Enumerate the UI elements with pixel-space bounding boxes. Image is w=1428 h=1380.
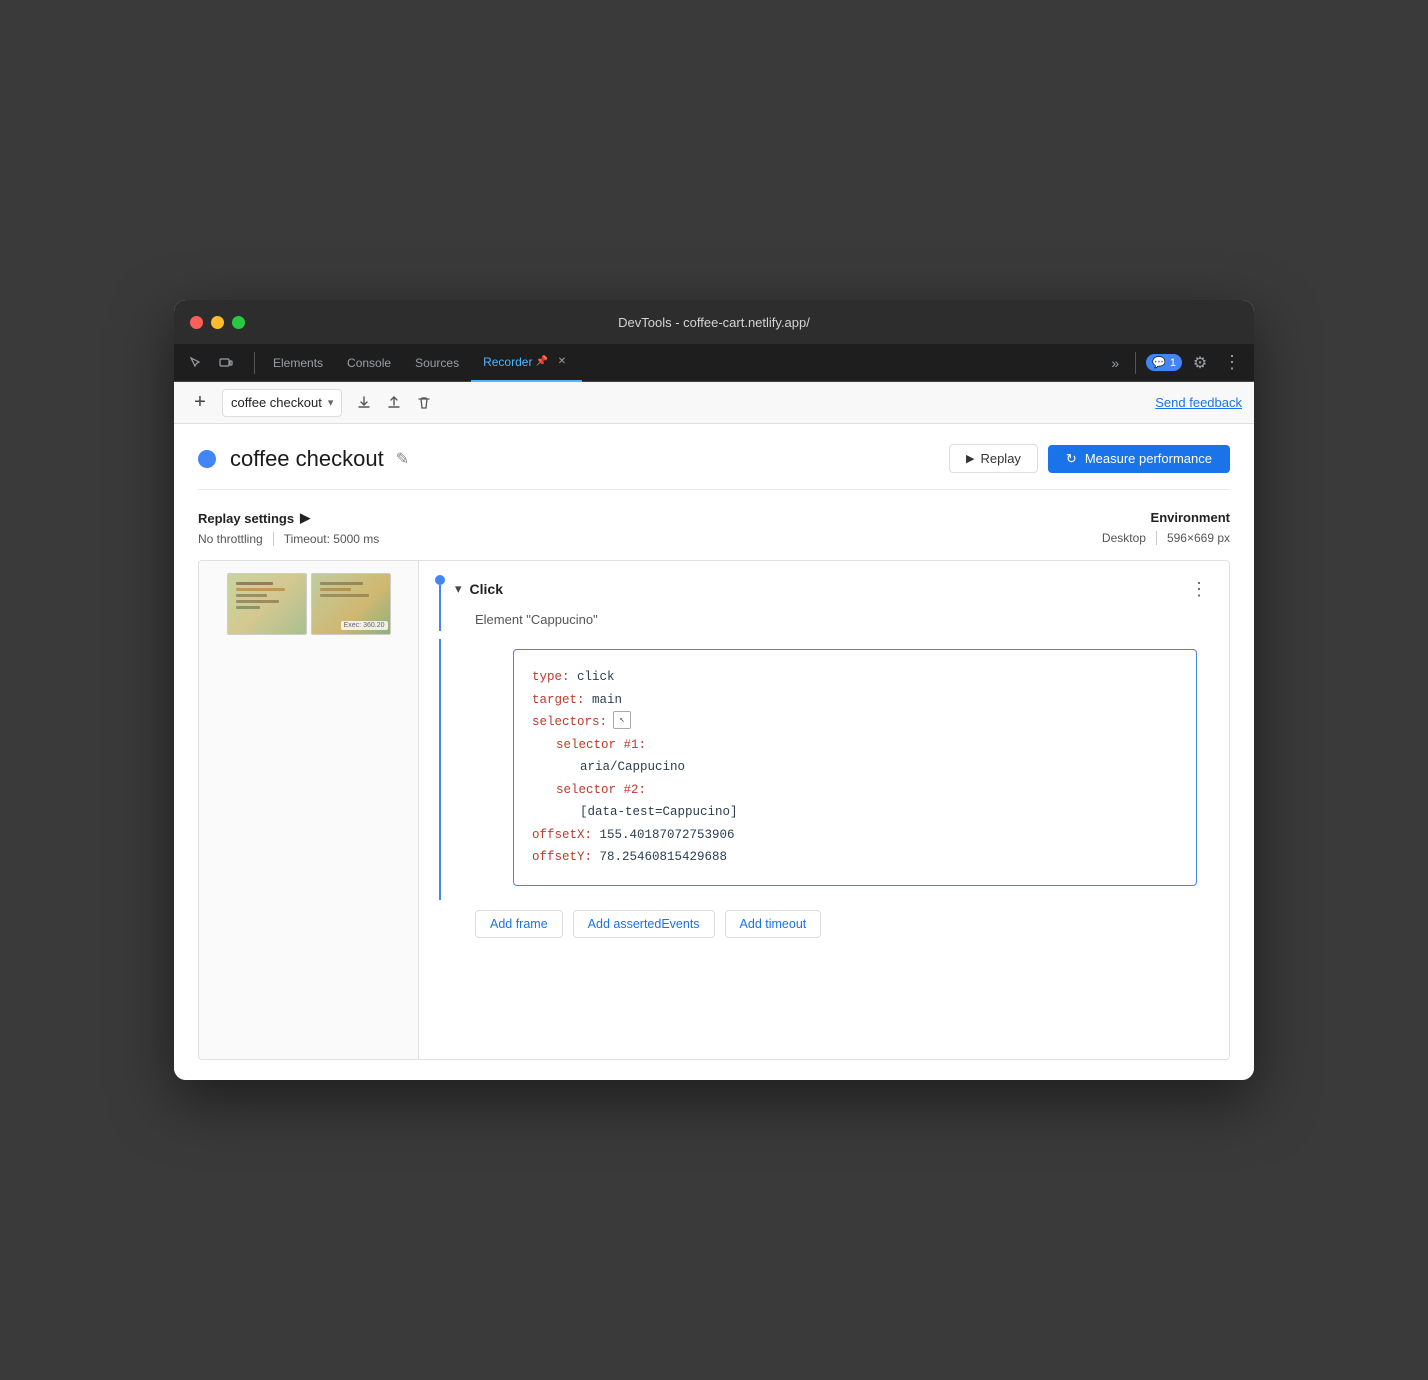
recording-selector[interactable]: coffee checkout ▾ <box>222 389 342 417</box>
play-icon: ▶ <box>966 452 974 465</box>
recording-header: coffee checkout ✎ ▶ Replay ↻ Measure per… <box>198 444 1230 490</box>
performance-icon: ↻ <box>1066 451 1077 467</box>
export-recording-button[interactable] <box>350 389 378 417</box>
screenshot-item: Exec: 360.20 <box>211 573 406 635</box>
screenshot-lines-2 <box>320 582 382 600</box>
tab-separator <box>254 352 255 374</box>
tabbar-right: » 💬 1 ⚙ ⋮ <box>1105 349 1246 377</box>
step-indicator <box>435 575 445 585</box>
step-menu-button[interactable]: ⋮ <box>1185 575 1213 603</box>
tab-separator-right <box>1135 352 1136 374</box>
step-vertical-line <box>439 585 441 611</box>
screenshot-thumb-2: Exec: 360.20 <box>311 573 391 635</box>
step-line-mid <box>439 611 441 631</box>
action-line-area <box>435 900 445 938</box>
chevron-down-icon: ▾ <box>328 396 334 409</box>
recording-status-dot <box>198 450 216 468</box>
action-buttons-row: Add frame Add assertedEvents Add timeout <box>419 900 1229 954</box>
action-buttons-wrapper: Add frame Add assertedEvents Add timeout <box>455 900 1213 938</box>
step-type-label: Click <box>470 581 503 597</box>
step-subtitle-content: Element "Cappucino" <box>455 611 1213 631</box>
devtools-icon-group <box>182 349 240 377</box>
add-asserted-events-button[interactable]: Add assertedEvents <box>573 910 715 938</box>
step-panel: ▾ Click ⋮ Element "Cappucino" <box>419 561 1229 1059</box>
settings-icon[interactable]: ⚙ <box>1186 349 1214 377</box>
code-line-selector2-key: selector #2: <box>556 779 1178 802</box>
screenshot-thumbnails: Exec: 360.20 <box>227 573 391 635</box>
main-content: coffee checkout ✎ ▶ Replay ↻ Measure per… <box>174 424 1254 1080</box>
code-block-row: type: click target: main selectors: <box>419 639 1229 900</box>
window-title: DevTools - coffee-cart.netlify.app/ <box>618 315 810 330</box>
maximize-button[interactable] <box>232 316 245 329</box>
step-content-header: ▾ Click ⋮ <box>455 575 1213 611</box>
add-frame-button[interactable]: Add frame <box>475 910 563 938</box>
send-feedback-link[interactable]: Send feedback <box>1155 395 1242 410</box>
tab-close-icon[interactable]: ✕ <box>554 354 570 370</box>
inspect-element-icon[interactable] <box>182 349 210 377</box>
step-header-row: ▾ Click ⋮ <box>419 561 1229 611</box>
chat-icon: 💬 <box>1152 356 1166 369</box>
tab-recorder[interactable]: Recorder 📌 ✕ <box>471 344 582 382</box>
code-line-target: target: main <box>532 689 1178 712</box>
code-line-selector1-key: selector #1: <box>556 734 1178 757</box>
replay-settings-header[interactable]: Replay settings ▶ <box>198 510 1102 526</box>
env-separator <box>1156 531 1157 545</box>
settings-row: Replay settings ▶ No throttling Timeout:… <box>198 510 1230 546</box>
toolbar: + coffee checkout ▾ Send feedb <box>174 382 1254 424</box>
code-line-selector2-val: [data-test=Cappucino] <box>580 801 1178 824</box>
close-button[interactable] <box>190 316 203 329</box>
minimize-button[interactable] <box>211 316 224 329</box>
settings-expand-icon: ▶ <box>300 510 310 526</box>
traffic-lights <box>190 316 245 329</box>
step-subtitle-row: Element "Cappucino" <box>419 611 1229 639</box>
screenshot-preview-1 <box>228 574 306 634</box>
delete-recording-button[interactable] <box>410 389 438 417</box>
selector-cursor-icon[interactable]: ↖ <box>613 711 631 729</box>
pin-icon: 📌 <box>535 356 547 367</box>
settings-separator <box>273 532 274 546</box>
step-element-label: Element "Cappucino" <box>475 612 598 627</box>
code-line-type: type: click <box>532 666 1178 689</box>
replay-button[interactable]: ▶ Replay <box>949 444 1038 473</box>
step-expand-icon[interactable]: ▾ <box>455 581 462 597</box>
code-block-wrapper: type: click target: main selectors: <box>455 639 1213 900</box>
import-recording-button[interactable] <box>380 389 408 417</box>
code-block: type: click target: main selectors: <box>513 649 1197 886</box>
toolbar-icons <box>350 389 438 417</box>
devtools-window: DevTools - coffee-cart.netlify.app/ Elem… <box>174 300 1254 1080</box>
action-buttons: Add frame Add assertedEvents Add timeout <box>475 900 1213 938</box>
tab-elements[interactable]: Elements <box>261 344 335 382</box>
environment-values: Desktop 596×669 px <box>1102 531 1230 545</box>
add-timeout-button[interactable]: Add timeout <box>725 910 822 938</box>
recording-title: coffee checkout <box>230 446 384 472</box>
step-connector-area <box>435 575 445 611</box>
tabbar: Elements Console Sources Recorder 📌 ✕ » … <box>174 344 1254 382</box>
more-options-icon[interactable]: ⋮ <box>1218 349 1246 377</box>
feedback-button[interactable]: 💬 1 <box>1146 354 1182 371</box>
code-line-area <box>435 639 445 900</box>
screenshot-timestamp: Exec: 360.20 <box>341 621 388 630</box>
titlebar: DevTools - coffee-cart.netlify.app/ <box>174 300 1254 344</box>
code-line-offsetx: offsetX: 155.40187072753906 <box>532 824 1178 847</box>
screenshots-panel: Exec: 360.20 <box>199 561 419 1059</box>
tab-sources[interactable]: Sources <box>403 344 471 382</box>
screenshot-thumb-1 <box>227 573 307 635</box>
device-toolbar-icon[interactable] <box>212 349 240 377</box>
more-tabs-icon[interactable]: » <box>1105 355 1125 371</box>
edit-recording-title-icon[interactable]: ✎ <box>396 449 409 469</box>
replay-settings-values: No throttling Timeout: 5000 ms <box>198 532 1102 546</box>
code-line-selectors: selectors: ↖ <box>532 711 1178 734</box>
replay-settings-left: Replay settings ▶ No throttling Timeout:… <box>198 510 1102 546</box>
tab-console[interactable]: Console <box>335 344 403 382</box>
step-line-code <box>439 639 441 900</box>
code-line-offsety: offsetY: 78.25460815429688 <box>532 846 1178 869</box>
measure-performance-button[interactable]: ↻ Measure performance <box>1048 445 1230 473</box>
code-line-selector1-val: aria/Cappucino <box>580 756 1178 779</box>
add-recording-button[interactable]: + <box>186 389 214 417</box>
recording-selector-name: coffee checkout <box>231 395 322 410</box>
recording-body: Exec: 360.20 ▾ Click <box>198 560 1230 1060</box>
step-line-area <box>435 611 445 631</box>
environment-section: Environment Desktop 596×669 px <box>1102 510 1230 545</box>
screenshot-lines-1 <box>236 582 298 612</box>
